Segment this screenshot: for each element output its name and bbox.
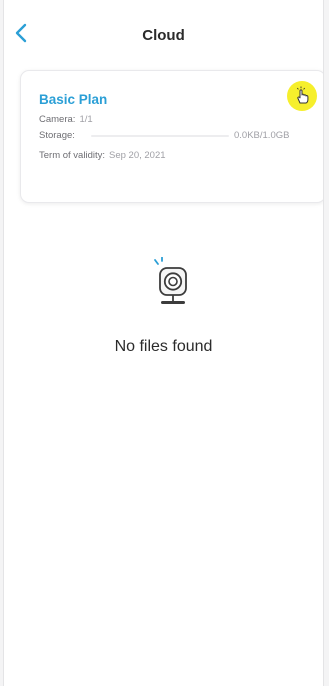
empty-state-message: No files found bbox=[114, 338, 213, 355]
storage-value: 0.0KB/1.0GB bbox=[234, 130, 290, 141]
plan-card[interactable]: Basic Plan Camera: 1/1 Storage: 0.0KB/1.0… bbox=[20, 70, 323, 203]
camera-label: Camera: bbox=[39, 114, 76, 125]
camera-value: 1/1 bbox=[79, 114, 93, 125]
camera-icon bbox=[150, 256, 196, 309]
term-value: Sep 20, 2021 bbox=[109, 150, 166, 161]
camera-row: Camera: 1/1 bbox=[39, 114, 93, 125]
plan-action-button[interactable] bbox=[287, 81, 317, 111]
tap-hand-icon bbox=[296, 86, 309, 104]
page-title: Cloud bbox=[142, 27, 185, 44]
storage-progress-bar bbox=[91, 135, 229, 137]
cloud-screen: Cloud Basic Plan Camera: 1/1 Storage: 0.0… bbox=[3, 0, 324, 686]
plan-name: Basic Plan bbox=[39, 92, 108, 107]
term-label: Term of validity: bbox=[39, 150, 105, 161]
term-row: Term of validity: Sep 20, 2021 bbox=[39, 150, 166, 161]
header: Cloud bbox=[4, 0, 323, 48]
storage-label: Storage: bbox=[39, 130, 75, 141]
